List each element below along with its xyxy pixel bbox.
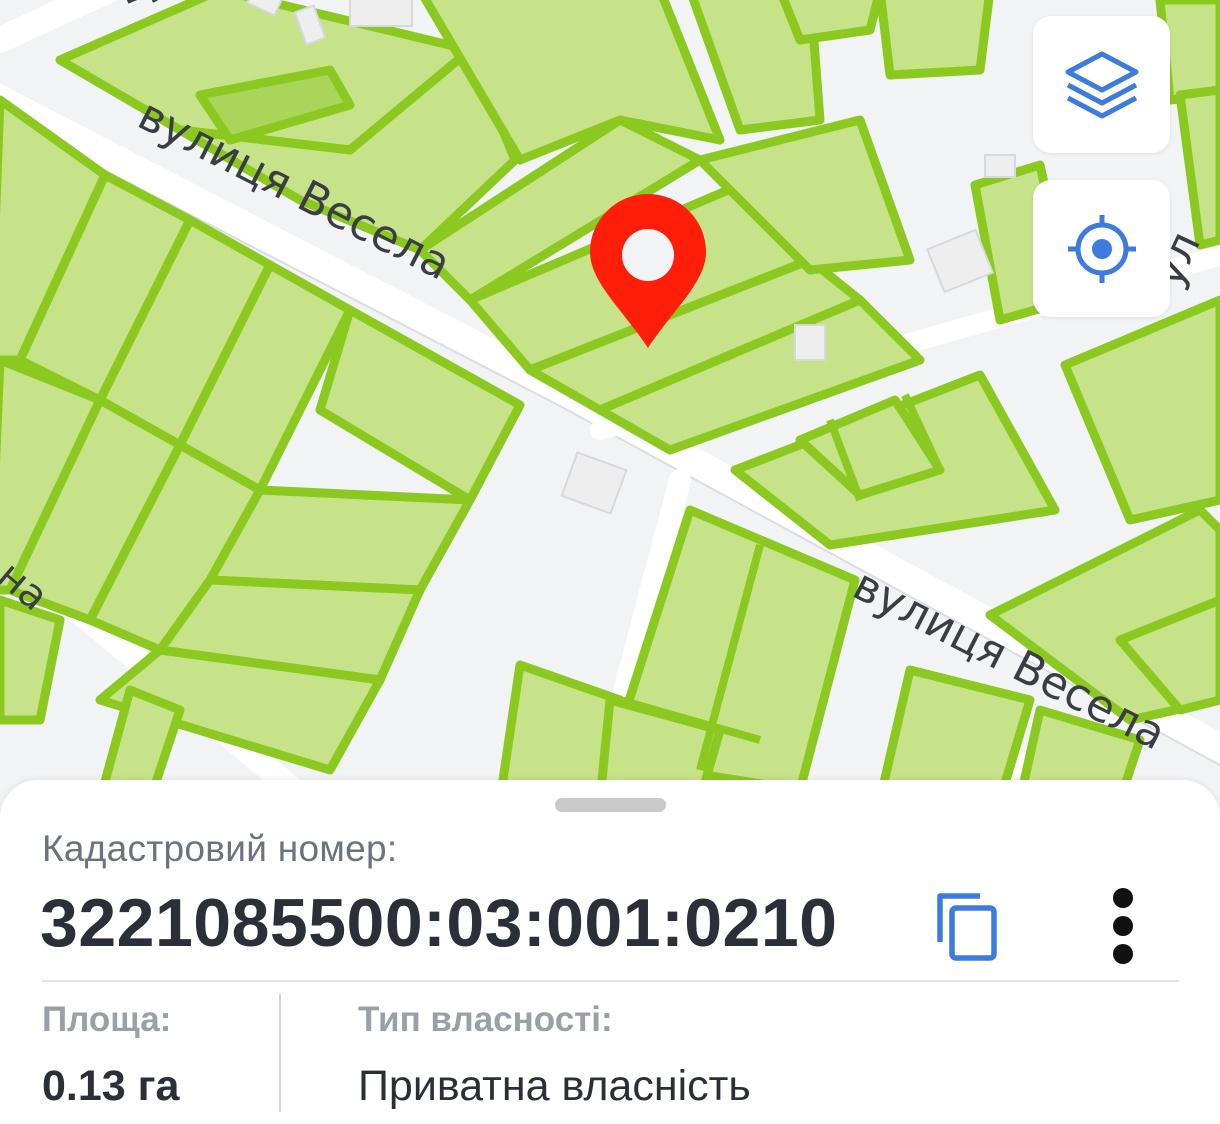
parcel[interactable] xyxy=(779,0,883,45)
area-label: Площа: xyxy=(42,1000,172,1039)
ownership-type-label: Тип власності: xyxy=(358,1000,613,1039)
divider xyxy=(42,980,1179,982)
layers-icon xyxy=(1065,51,1138,118)
parcel-info-sheet: Кадастровий номер: 3221085500:03:001:021… xyxy=(0,780,1220,1124)
crosshair-target-icon xyxy=(1067,214,1136,283)
area-value: 0.13 га xyxy=(42,1062,180,1110)
more-vertical-icon xyxy=(1113,888,1133,964)
parcel[interactable] xyxy=(876,0,994,80)
copy-icon xyxy=(937,893,997,961)
copy-button[interactable] xyxy=(934,890,1000,967)
more-options-button[interactable] xyxy=(1108,886,1138,971)
layers-button[interactable] xyxy=(1033,16,1170,153)
cadastral-number: 3221085500:03:001:0210 xyxy=(40,885,838,961)
cadastral-number-label: Кадастровий номер: xyxy=(42,828,398,869)
parcel[interactable] xyxy=(205,485,475,595)
ownership-type-value: Приватна власність xyxy=(358,1062,751,1110)
sheet-drag-handle[interactable] xyxy=(555,798,666,812)
locate-button[interactable] xyxy=(1033,180,1170,317)
column-divider xyxy=(279,994,281,1112)
